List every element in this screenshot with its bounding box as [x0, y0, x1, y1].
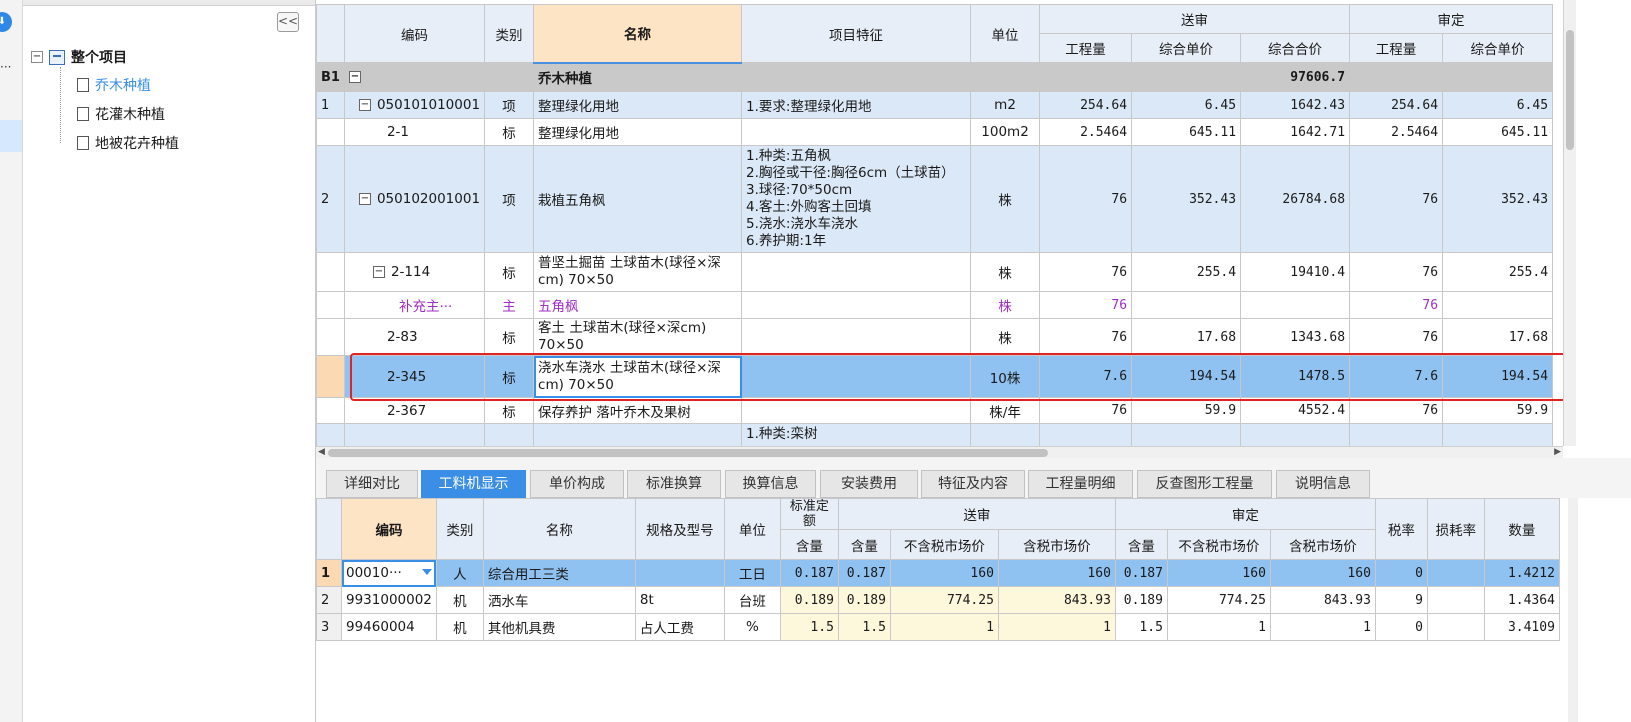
row-number-header: [316, 498, 342, 560]
name-edit-cell[interactable]: 浇水车浇水 土球苗木(球径×深cm) 70×50: [533, 355, 743, 398]
table-row[interactable]: 补充主··· 主 五角枫 株 76 76: [316, 291, 1554, 319]
detail-tabs: 详细对比 工料机显示 单价构成 标准换算 换算信息 安装费用 特征及内容 工程量…: [316, 458, 1631, 498]
document-icon: [77, 107, 89, 121]
tree-item-arbor[interactable]: 乔木种植: [77, 75, 151, 95]
loss-rate-header[interactable]: 损耗率: [1426, 498, 1485, 560]
approve-qty-header[interactable]: 工程量: [1349, 33, 1444, 63]
resource-grid: 编码 类别 名称 规格及型号 单位 标准定额 送审 审定 税率 损耗率 数量 含…: [316, 498, 1568, 722]
quantity-header[interactable]: 数量: [1483, 498, 1560, 560]
tree-header-bar: [23, 0, 315, 6]
project-icon: [49, 49, 65, 65]
table-row[interactable]: 2-1 标 整理绿化用地 100m2 2.5464 645.11 1642.71…: [316, 118, 1554, 146]
strip-selection: [0, 120, 22, 152]
horizontal-scroll-thumb[interactable]: [328, 449, 1048, 457]
tree-item-shrub[interactable]: 花灌木种植: [77, 104, 165, 124]
approve-group-header: 审定: [1349, 4, 1554, 34]
tax-rate-header[interactable]: 税率: [1374, 498, 1428, 560]
bill-table: 编码 类别 名称 项目特征 单位 送审 审定 工程量 综合单价 综合合价 工程量…: [316, 4, 1554, 446]
approve-price-in-header[interactable]: 含税市场价: [1269, 529, 1376, 560]
vertical-scroll-thumb[interactable]: [1566, 30, 1574, 150]
table-row[interactable]: 1.种类:栾树: [316, 423, 1554, 446]
table-row-selected[interactable]: 2-345 标 浇水车浇水 土球苗木(球径×深cm) 70×50 10株 7.6…: [316, 355, 1554, 398]
expand-collapse-icon[interactable]: −: [358, 99, 371, 111]
expand-collapse-icon[interactable]: −: [348, 71, 361, 83]
detail-vertical-scrollbar[interactable]: [1568, 498, 1578, 722]
table-row[interactable]: B1 − 乔木种植 97606.7: [316, 62, 1554, 92]
approve-content-header[interactable]: 含量: [1114, 529, 1168, 560]
tab-features-content[interactable]: 特征及内容: [921, 470, 1025, 498]
submit-total-header[interactable]: 综合合价: [1240, 33, 1351, 63]
code-header[interactable]: 编码: [343, 4, 486, 63]
table-row[interactable]: −2-114 标 普坚土掘苗 土球苗木(球径×深cm) 70×50 株 76 2…: [316, 252, 1554, 292]
scroll-left-icon[interactable]: ◀: [318, 447, 325, 457]
document-icon: [77, 78, 89, 92]
resource-name-header[interactable]: 名称: [482, 498, 636, 560]
tab-reverse-graphic-quantity[interactable]: 反查图形工程量: [1137, 470, 1272, 498]
resource-type-header[interactable]: 类别: [435, 498, 484, 560]
tree-item-label: 乔木种植: [95, 78, 151, 94]
tab-conversion-info[interactable]: 换算信息: [725, 470, 816, 498]
tab-install-cost[interactable]: 安装费用: [820, 470, 918, 498]
resource-unit-header[interactable]: 单位: [723, 498, 781, 560]
tree-guide-line: [60, 67, 61, 143]
row-number-header: [316, 4, 345, 63]
submit-qty-header[interactable]: 工程量: [1039, 33, 1133, 63]
table-row[interactable]: 2-83 标 客土 土球苗木(球径×深cm) 70×50 株 76 17.68 …: [316, 318, 1554, 356]
feature-cell[interactable]: 1.种类:五角枫 2.胸径或干径:胸径6cm（土球苗） 3.球径:70*50cm…: [741, 145, 972, 253]
tree-root-label: 整个项目: [71, 50, 127, 66]
resource-row[interactable]: 2 9931000002 机 洒水车 8t 台班 0.189 0.189 774…: [316, 586, 1560, 614]
type-header[interactable]: 类别: [484, 4, 535, 63]
resource-row[interactable]: 3 99460004 机 其他机具费 占人工费 % 1.5 1.5 1 1 1.…: [316, 613, 1560, 641]
scroll-right-icon[interactable]: ▶: [1554, 447, 1561, 457]
expand-collapse-icon[interactable]: −: [372, 266, 385, 278]
tree-item-groundcover[interactable]: 地被花卉种植: [77, 133, 179, 153]
project-tree-panel: << − 整个项目 乔木种植 花灌木种植 地被花卉种植: [23, 0, 316, 722]
submit-group-header: 送审: [1039, 4, 1351, 34]
std-quota-header: 标准定额: [779, 498, 839, 530]
tree-item-label: 地被花卉种植: [95, 136, 179, 152]
tree-item-label: 花灌木种植: [95, 107, 165, 123]
collapse-panel-button[interactable]: <<: [277, 12, 299, 32]
approve-price-ex-header[interactable]: 不含税市场价: [1166, 529, 1271, 560]
more-icon[interactable]: ···: [0, 60, 16, 74]
tree-root[interactable]: − 整个项目: [31, 47, 127, 67]
table-row[interactable]: 2 −050102001001 项 栽植五角枫 1.种类:五角枫 2.胸径或干径…: [316, 145, 1554, 253]
resource-code-header[interactable]: 编码: [341, 498, 437, 560]
feature-header[interactable]: 项目特征: [741, 4, 972, 63]
submit-price-ex-header[interactable]: 不含税市场价: [889, 529, 999, 560]
vertical-scrollbar[interactable]: [1563, 0, 1576, 446]
approve-group-header: 审定: [1114, 498, 1376, 530]
std-content-header[interactable]: 含量: [779, 529, 839, 560]
submit-content-header[interactable]: 含量: [837, 529, 891, 560]
table-row[interactable]: 1 −050101010001 项 整理绿化用地 1.要求:整理绿化用地 m2 …: [316, 91, 1554, 119]
tab-quantity-detail[interactable]: 工程量明细: [1028, 470, 1133, 498]
submit-price-in-header[interactable]: 含税市场价: [997, 529, 1116, 560]
resource-table: 编码 类别 名称 规格及型号 单位 标准定额 送审 审定 税率 损耗率 数量 含…: [316, 498, 1560, 641]
bill-grid: 编码 类别 名称 项目特征 单位 送审 审定 工程量 综合单价 综合合价 工程量…: [316, 0, 1631, 446]
resource-row-selected[interactable]: 1 00010··· 人 综合用工三类 工日 0.187 0.187 160 1…: [316, 559, 1560, 587]
tab-price-composition[interactable]: 单价构成: [530, 470, 624, 498]
expand-collapse-icon[interactable]: −: [358, 193, 371, 205]
approve-unit-price-header[interactable]: 综合单价: [1442, 33, 1554, 63]
left-toolbar-strip: ⬇ ···: [0, 0, 23, 722]
download-icon[interactable]: ⬇: [0, 12, 12, 32]
tab-standard-conversion[interactable]: 标准换算: [627, 470, 721, 498]
name-header[interactable]: 名称: [533, 4, 743, 64]
table-row[interactable]: 2-367 标 保存养护 落叶乔木及果树 株/年 76 59.9 4552.4 …: [316, 397, 1554, 424]
unit-header[interactable]: 单位: [970, 4, 1041, 63]
dropdown-arrow-icon[interactable]: [421, 569, 432, 575]
resource-code-dropdown[interactable]: 00010···: [341, 559, 437, 587]
document-icon: [77, 136, 89, 150]
tab-labor-material-machine[interactable]: 工料机显示: [421, 470, 526, 498]
submit-group-header: 送审: [837, 498, 1116, 530]
resource-spec-header[interactable]: 规格及型号: [634, 498, 725, 560]
submit-unit-price-header[interactable]: 综合单价: [1131, 33, 1242, 63]
tree-collapse-icon[interactable]: −: [31, 51, 43, 63]
tab-description[interactable]: 说明信息: [1276, 470, 1370, 498]
tab-detail-compare[interactable]: 详细对比: [326, 470, 418, 498]
